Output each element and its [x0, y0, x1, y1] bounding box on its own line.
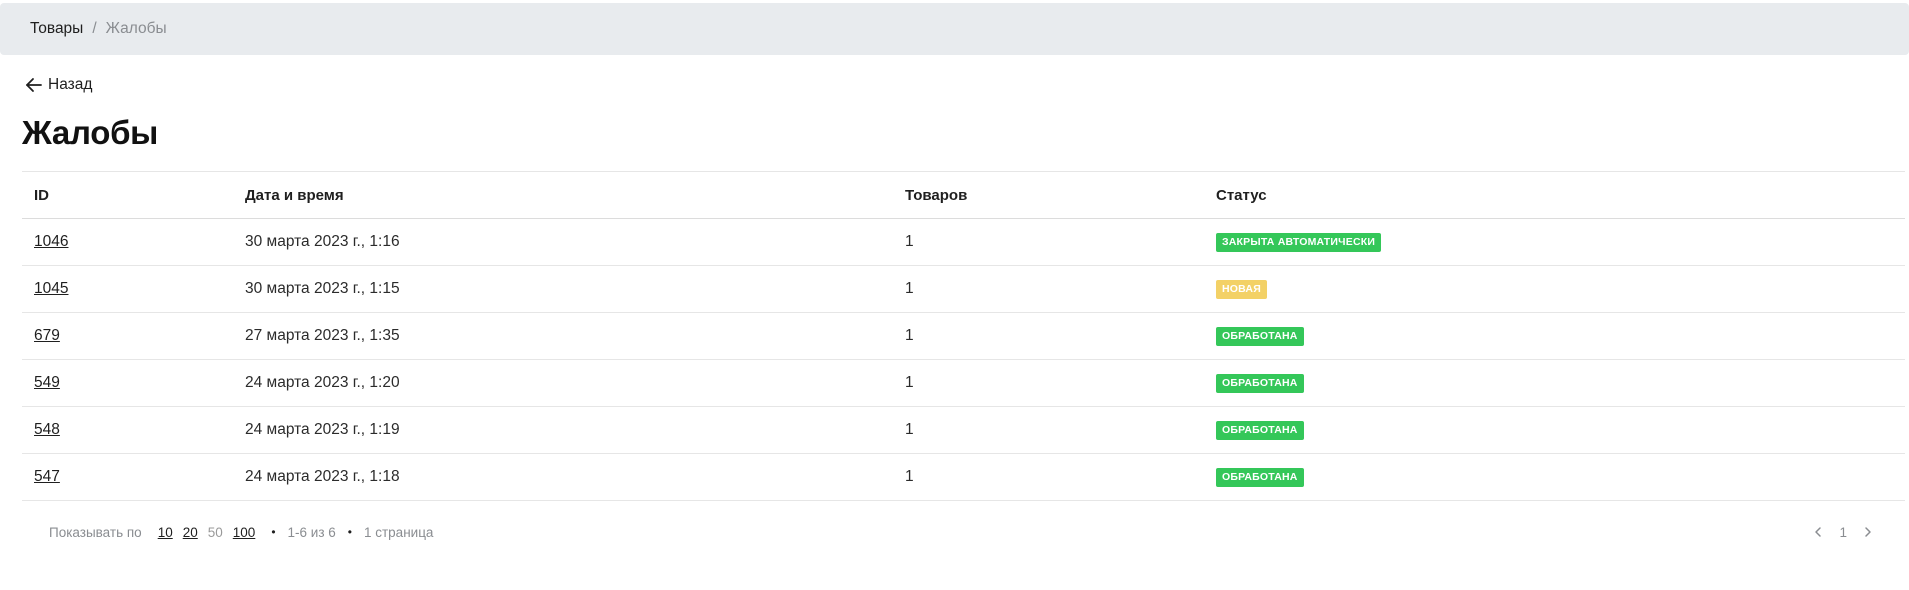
pager: 1 — [1807, 521, 1879, 543]
status-badge: Закрыта автоматически — [1216, 233, 1382, 252]
back-label: Назад — [48, 76, 93, 93]
cell-id: 547 — [22, 453, 233, 501]
cell-status: Обработана — [1204, 359, 1905, 407]
separator-dot: • — [271, 525, 276, 539]
prev-page-button[interactable] — [1807, 521, 1829, 543]
complaint-id-link[interactable]: 1045 — [34, 280, 68, 297]
cell-products-count: 1 — [893, 359, 1204, 407]
page-size-option[interactable]: 10 — [158, 525, 173, 540]
cell-datetime: 30 марта 2023 г., 1:16 — [233, 218, 893, 266]
chevron-left-icon — [1815, 527, 1822, 537]
cell-id: 549 — [22, 359, 233, 407]
page-size-options: 10 20 50 100 — [158, 525, 266, 540]
cell-status: Обработана — [1204, 312, 1905, 360]
page-size-option[interactable]: 50 — [208, 525, 223, 540]
breadcrumb-item-current: Жалобы — [105, 20, 167, 37]
column-header-products[interactable]: Товаров — [893, 171, 1204, 219]
cell-products-count: 1 — [893, 312, 1204, 360]
breadcrumb: Товары / Жалобы — [0, 3, 1909, 55]
cell-datetime: 27 марта 2023 г., 1:35 — [233, 312, 893, 360]
pagination-summary: Показывать по 10 20 50 100 • 1-6 из 6 • 1 с… — [49, 522, 433, 542]
status-badge: Обработана — [1216, 374, 1304, 393]
table-row[interactable]: 1045 30 марта 2023 г., 1:15 1 Новая — [22, 265, 1905, 313]
status-badge: Обработана — [1216, 468, 1304, 487]
column-header-datetime[interactable]: Дата и время — [233, 171, 893, 219]
complaints-table: ID Дата и время Товаров Статус 1046 30 ма… — [22, 171, 1905, 501]
cell-products-count: 1 — [893, 265, 1204, 313]
status-badge: Новая — [1216, 280, 1267, 299]
chevron-right-icon — [1865, 527, 1871, 537]
cell-id: 1046 — [22, 218, 233, 266]
page-size-label: Показывать по — [49, 524, 142, 540]
complaint-id-link[interactable]: 547 — [34, 468, 60, 485]
table-row[interactable]: 549 24 марта 2023 г., 1:20 1 Обработана — [22, 359, 1905, 407]
complaint-id-link[interactable]: 548 — [34, 421, 60, 438]
breadcrumb-separator: / — [92, 20, 97, 37]
cell-datetime: 30 марта 2023 г., 1:15 — [233, 265, 893, 313]
cell-products-count: 1 — [893, 218, 1204, 266]
pages-count-text: 1 страница — [363, 524, 434, 540]
cell-id: 1045 — [22, 265, 233, 313]
page-title: Жалобы — [22, 114, 159, 151]
table-row[interactable]: 547 24 марта 2023 г., 1:18 1 Обработана — [22, 453, 1905, 501]
complaint-id-link[interactable]: 549 — [34, 374, 60, 391]
cell-id: 679 — [22, 312, 233, 360]
table-row[interactable]: 548 24 марта 2023 г., 1:19 1 Обработана — [22, 406, 1905, 454]
complaint-id-link[interactable]: 1046 — [34, 233, 68, 250]
table-header: ID Дата и время Товаров Статус — [22, 171, 1905, 219]
table-row[interactable]: 679 27 марта 2023 г., 1:35 1 Обработана — [22, 312, 1905, 360]
current-page-number[interactable]: 1 — [1839, 525, 1847, 540]
column-header-id[interactable]: ID — [22, 171, 233, 219]
cell-datetime: 24 марта 2023 г., 1:19 — [233, 406, 893, 454]
page-size-option[interactable]: 20 — [183, 525, 198, 540]
status-badge: Обработана — [1216, 327, 1304, 346]
arrow-left-icon — [26, 78, 42, 92]
next-page-button[interactable] — [1857, 521, 1879, 543]
breadcrumb-item-products[interactable]: Товары — [30, 20, 83, 38]
range-text: 1-6 из 6 — [287, 524, 336, 540]
table-body: 1046 30 марта 2023 г., 1:16 1 Закрыта автом… — [22, 218, 1905, 501]
cell-status: Обработана — [1204, 453, 1905, 501]
page-size-option[interactable]: 100 — [233, 525, 256, 540]
cell-status: Новая — [1204, 265, 1905, 313]
cell-products-count: 1 — [893, 453, 1204, 501]
separator-dot: • — [347, 525, 352, 539]
cell-datetime: 24 марта 2023 г., 1:18 — [233, 453, 893, 501]
cell-id: 548 — [22, 406, 233, 454]
cell-products-count: 1 — [893, 406, 1204, 454]
cell-status: Закрыта автоматически — [1204, 218, 1905, 266]
complaint-id-link[interactable]: 679 — [34, 327, 60, 344]
status-badge: Обработана — [1216, 421, 1304, 440]
back-link[interactable]: Назад — [24, 74, 92, 96]
complaints-page: Товары / Жалобы Назад Жалобы ID Дата и в… — [0, 0, 1909, 590]
table-row[interactable]: 1046 30 марта 2023 г., 1:16 1 Закрыта автом… — [22, 218, 1905, 266]
cell-datetime: 24 марта 2023 г., 1:20 — [233, 359, 893, 407]
column-header-status[interactable]: Статус — [1204, 171, 1905, 219]
cell-status: Обработана — [1204, 406, 1905, 454]
